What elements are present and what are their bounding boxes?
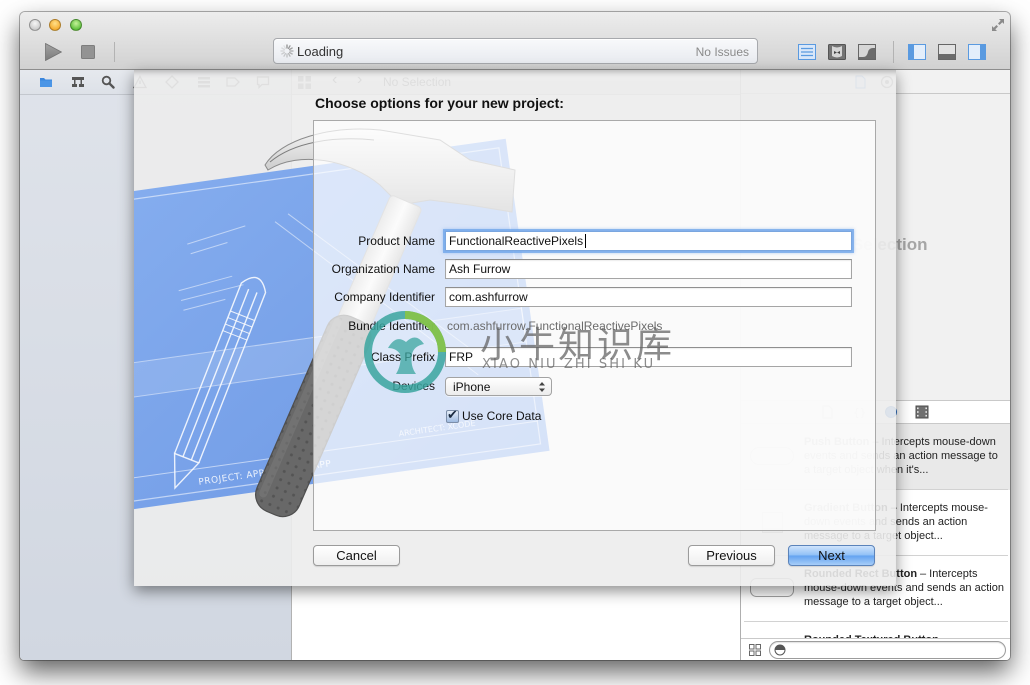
assistant-editor-icon [828, 44, 846, 60]
zoom-window-button[interactable] [70, 19, 82, 31]
debug-area-toggle-icon [938, 44, 956, 60]
bundle-identifier-label: Bundle Identifier [348, 319, 435, 333]
cancel-button[interactable]: Cancel [313, 545, 400, 566]
filter-icon [774, 644, 786, 656]
standard-editor-button[interactable] [798, 44, 816, 60]
class-prefix-label: Class Prefix [370, 350, 435, 364]
tab-project-navigator[interactable] [39, 75, 53, 89]
product-name-field[interactable] [445, 231, 852, 251]
text-cursor [585, 234, 586, 248]
use-core-data-checkbox[interactable]: ✔ [446, 408, 459, 423]
stop-icon [81, 45, 95, 59]
close-window-button[interactable] [29, 19, 41, 31]
activity-viewer: Loading No Issues [273, 38, 758, 64]
devices-selected-value: iPhone [453, 380, 491, 394]
folder-icon [40, 78, 52, 87]
library-filter-bar [741, 638, 1010, 660]
company-identifier-field[interactable] [445, 287, 852, 307]
fullscreen-icon [992, 19, 1004, 31]
version-editor-icon [858, 44, 876, 60]
use-core-data-label[interactable]: Use Core Data [462, 409, 541, 423]
toolbar: Loading No Issues [20, 12, 1010, 70]
play-icon [45, 42, 63, 62]
stop-button[interactable] [81, 45, 95, 62]
company-identifier-label: Company Identifier [334, 290, 435, 304]
sheet-title: Choose options for your new project: [315, 95, 564, 111]
loading-spinner-icon [280, 44, 294, 58]
next-button[interactable]: Next [788, 545, 875, 566]
fullscreen-button[interactable] [991, 18, 1005, 35]
checkmark-icon: ✔ [447, 408, 458, 423]
issues-indicator[interactable]: No Issues [696, 45, 749, 59]
version-editor-button[interactable] [858, 44, 876, 60]
icon-view-toggle[interactable] [749, 644, 761, 659]
product-name-label: Product Name [358, 234, 435, 248]
tab-find-navigator[interactable] [101, 75, 115, 89]
toggle-debug-area-button[interactable] [938, 44, 956, 60]
popup-arrows-icon [539, 382, 545, 392]
minimize-window-button[interactable] [49, 19, 61, 31]
new-project-sheet: PROJECT: APPLICATION.APP ARCHITECT: XCOD… [134, 70, 896, 586]
toggle-utilities-button[interactable] [968, 44, 986, 60]
devices-label: Devices [392, 379, 435, 393]
standard-editor-icon [798, 44, 816, 60]
devices-popup[interactable]: iPhone [445, 377, 552, 396]
bundle-identifier-value: com.ashfurrow.FunctionalReactivePixels [447, 319, 663, 333]
search-icon [101, 75, 115, 89]
xcode-window: Loading No Issues Intercepts mouse-down … [20, 12, 1010, 660]
activity-status: Loading [297, 44, 344, 59]
utilities-toggle-icon [968, 44, 986, 60]
tab-symbol-navigator[interactable] [71, 75, 85, 89]
class-prefix-field[interactable] [445, 347, 852, 367]
navigator-toggle-icon [908, 44, 926, 60]
run-button[interactable] [45, 42, 63, 64]
assistant-editor-button[interactable] [828, 44, 846, 60]
library-filter-input[interactable] [769, 641, 1006, 659]
tab-media-library[interactable] [915, 405, 929, 419]
library-item[interactable]: Rounded Textured Button [741, 622, 1010, 638]
grid-view-icon [749, 644, 761, 656]
toolbar-divider [114, 42, 115, 62]
toolbar-divider [893, 41, 894, 63]
toggle-navigator-button[interactable] [908, 44, 926, 60]
organization-name-label: Organization Name [331, 262, 435, 276]
organization-name-field[interactable] [445, 259, 852, 279]
previous-button[interactable]: Previous [688, 545, 775, 566]
film-strip-icon [915, 405, 929, 419]
hierarchy-icon [72, 77, 84, 87]
